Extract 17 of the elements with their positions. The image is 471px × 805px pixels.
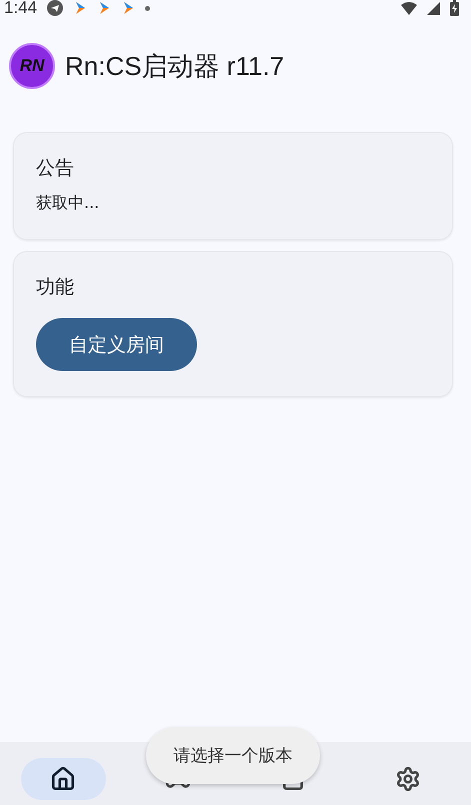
- card-text: 获取中...: [36, 193, 100, 214]
- custom-room-button[interactable]: 自定义房间: [36, 318, 197, 371]
- app-title: Rn:CS启动器 r11.7: [65, 50, 284, 82]
- dot-icon: [145, 6, 150, 10]
- nav-tab[interactable]: [20, 758, 106, 800]
- settings-icon: [394, 766, 421, 792]
- home-icon: [50, 766, 76, 792]
- logo-text: RN: [20, 56, 44, 76]
- app-notification-icon: [121, 1, 136, 15]
- version-toast: 请选择一个版本: [146, 727, 320, 784]
- card-title: 功能: [36, 275, 75, 300]
- status-time: 1:44: [4, 0, 38, 18]
- card-title: 公告: [36, 156, 75, 181]
- app-notification-icon: [73, 1, 88, 15]
- wifi-icon: [401, 2, 417, 14]
- signal-icon: [427, 2, 440, 14]
- app-notification-icon: [97, 1, 112, 15]
